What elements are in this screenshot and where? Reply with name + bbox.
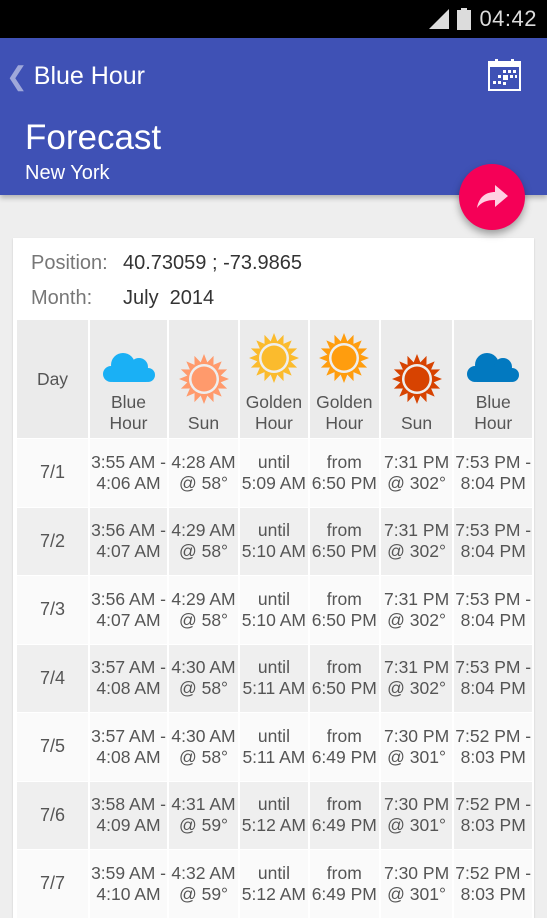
chevron-left-icon[interactable]: ❮ <box>6 63 28 89</box>
cloud-icon <box>102 353 155 382</box>
month-row: Month: July 2014 <box>31 281 534 316</box>
column-label: Golden Hour <box>316 392 373 433</box>
time-cell: 4:32 AM @ 59° <box>169 849 238 918</box>
time-cell: 7:30 PM @ 301° <box>380 849 453 918</box>
time-cell: 3:58 AM - 4:09 AM <box>90 780 168 849</box>
info-section: Position: 40.73059 ; -73.9865 Month: Jul… <box>13 238 534 316</box>
sun-icon <box>391 354 442 404</box>
time-cell: from 6:50 PM <box>309 643 379 712</box>
column-header: Blue Hour <box>454 320 532 438</box>
forecast-table: Day Blue Hour Sun Golden Hour Golden Hour Sun… <box>15 320 534 918</box>
position-label: Position: <box>31 252 108 274</box>
column-header: Golden Hour <box>309 320 379 438</box>
time-cell: from 6:50 PM <box>309 438 379 507</box>
time-cell: 7:53 PM - 8:04 PM <box>454 575 532 644</box>
table-row[interactable]: 7/5 3:57 AM - 4:08 AM 4:30 AM @ 58° until 5… <box>17 712 532 781</box>
table-body: 7/1 3:55 AM - 4:06 AM 4:28 AM @ 58° until 5… <box>17 438 532 918</box>
toolbar: ❮ Blue Hour <box>0 38 547 114</box>
sun-icon <box>319 333 370 383</box>
time-cell: 4:29 AM @ 58° <box>169 575 238 644</box>
time-cell: 3:57 AM - 4:08 AM <box>90 712 168 781</box>
time-cell: 7:53 PM - 8:04 PM <box>454 643 532 712</box>
column-header: Blue Hour <box>90 320 168 438</box>
column-header: Sun <box>380 320 453 438</box>
time-cell: 4:28 AM @ 58° <box>169 438 238 507</box>
time-cell: 7:31 PM @ 302° <box>380 643 453 712</box>
column-label: Day <box>36 368 69 389</box>
day-cell: 7/7 <box>17 849 88 918</box>
page-title: Forecast <box>25 118 162 157</box>
sun-icon <box>248 333 299 383</box>
column-header: Sun <box>169 320 238 438</box>
table-header: Day Blue Hour Sun Golden Hour Golden Hour Sun… <box>17 320 532 438</box>
sun-icon <box>178 354 229 404</box>
column-label: Blue Hour <box>474 392 513 433</box>
time-cell: 7:52 PM - 8:03 PM <box>454 780 532 849</box>
time-cell: 3:55 AM - 4:06 AM <box>90 438 168 507</box>
time-cell: 3:56 AM - 4:07 AM <box>90 506 168 575</box>
time-cell: 4:30 AM @ 58° <box>169 712 238 781</box>
time-cell: 7:52 PM - 8:03 PM <box>454 849 532 918</box>
time-cell: 7:31 PM @ 302° <box>380 438 453 507</box>
time-cell: 7:30 PM @ 301° <box>380 780 453 849</box>
time-cell: from 6:49 PM <box>309 712 379 781</box>
time-cell: 7:31 PM @ 302° <box>380 506 453 575</box>
time-cell: 7:53 PM - 8:04 PM <box>454 438 532 507</box>
time-cell: 4:29 AM @ 58° <box>169 506 238 575</box>
time-cell: 4:30 AM @ 58° <box>169 643 238 712</box>
table-row[interactable]: 7/1 3:55 AM - 4:06 AM 4:28 AM @ 58° until 5… <box>17 438 532 507</box>
month-label: Month: <box>31 287 93 309</box>
day-cell: 7/1 <box>17 438 88 507</box>
time-cell: until 5:10 AM <box>239 506 308 575</box>
time-cell: 7:53 PM - 8:04 PM <box>454 506 532 575</box>
time-cell: until 5:09 AM <box>239 438 308 507</box>
share-button[interactable] <box>459 164 525 230</box>
app-title[interactable]: Blue Hour <box>34 62 145 91</box>
position-row: Position: 40.73059 ; -73.9865 <box>31 246 534 281</box>
battery-icon <box>457 8 472 30</box>
time-cell: 3:59 AM - 4:10 AM <box>90 849 168 918</box>
time-cell: 7:30 PM @ 301° <box>380 712 453 781</box>
clock: 04:42 <box>479 6 537 31</box>
time-cell: 3:56 AM - 4:07 AM <box>90 575 168 644</box>
time-cell: 4:31 AM @ 59° <box>169 780 238 849</box>
column-header-day: Day <box>17 320 88 438</box>
day-cell: 7/5 <box>17 712 88 781</box>
time-cell: from 6:50 PM <box>309 506 379 575</box>
time-cell: from 6:49 PM <box>309 849 379 918</box>
day-cell: 7/4 <box>17 643 88 712</box>
column-label: Blue Hour <box>109 392 148 433</box>
time-cell: until 5:10 AM <box>239 575 308 644</box>
time-cell: until 5:11 AM <box>239 643 308 712</box>
time-cell: until 5:12 AM <box>239 849 308 918</box>
time-cell: from 6:49 PM <box>309 780 379 849</box>
app-bar: ❮ Blue Hour Forecast New York <box>0 38 547 230</box>
time-cell: until 5:12 AM <box>239 780 308 849</box>
signal-icon <box>429 9 450 29</box>
time-cell: until 5:11 AM <box>239 712 308 781</box>
time-cell: 7:31 PM @ 302° <box>380 575 453 644</box>
column-label: Sun <box>187 413 220 433</box>
column-label: Sun <box>401 413 433 433</box>
table-row[interactable]: 7/2 3:56 AM - 4:07 AM 4:29 AM @ 58° until 5… <box>17 506 532 575</box>
day-cell: 7/6 <box>17 780 88 849</box>
position-value: 40.73059 ; -73.9865 <box>123 252 303 274</box>
month-value: July 2014 <box>123 287 215 309</box>
table-row[interactable]: 7/7 3:59 AM - 4:10 AM 4:32 AM @ 59° until 5… <box>17 849 532 918</box>
table-row[interactable]: 7/6 3:58 AM - 4:09 AM 4:31 AM @ 59° until 5… <box>17 780 532 849</box>
cloud-icon <box>467 353 520 382</box>
column-label: Golden Hour <box>245 392 303 433</box>
time-cell: 7:52 PM - 8:03 PM <box>454 712 532 781</box>
column-header: Golden Hour <box>239 320 308 438</box>
day-cell: 7/2 <box>17 506 88 575</box>
calendar-icon[interactable] <box>488 58 521 91</box>
table-row[interactable]: 7/3 3:56 AM - 4:07 AM 4:29 AM @ 58° until 5… <box>17 575 532 644</box>
time-cell: from 6:50 PM <box>309 575 379 644</box>
time-cell: 3:57 AM - 4:08 AM <box>90 643 168 712</box>
status-bar: 04:42 <box>0 0 547 38</box>
share-icon <box>477 185 508 208</box>
day-cell: 7/3 <box>17 575 88 644</box>
table-row[interactable]: 7/4 3:57 AM - 4:08 AM 4:30 AM @ 58° until 5… <box>17 643 532 712</box>
forecast-card: Position: 40.73059 ; -73.9865 Month: Jul… <box>13 238 534 918</box>
